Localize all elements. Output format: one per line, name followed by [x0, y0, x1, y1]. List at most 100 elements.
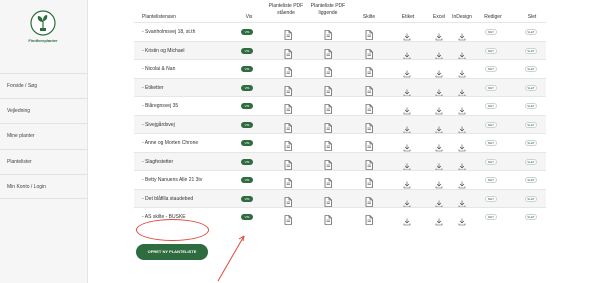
- slet-button[interactable]: SLET: [525, 66, 537, 72]
- vis-button[interactable]: VIS: [241, 66, 253, 72]
- pdf-landscape-icon[interactable]: [324, 64, 332, 77]
- rediger-button[interactable]: RET: [485, 47, 497, 54]
- excel-download-icon[interactable]: [435, 139, 443, 152]
- vis-button[interactable]: VIS: [241, 195, 253, 202]
- pdf-portrait-icon[interactable]: [284, 194, 292, 207]
- pdf-landscape-icon[interactable]: [324, 157, 332, 170]
- planteliste-name[interactable]: - Slagfestetter: [142, 153, 173, 172]
- excel-download-icon[interactable]: [435, 121, 443, 133]
- vis-button[interactable]: VIS: [241, 103, 253, 109]
- rediger-button[interactable]: RET: [485, 177, 497, 183]
- pdf-landscape-icon[interactable]: [324, 27, 332, 40]
- planteliste-name[interactable]: - Etiketter: [142, 79, 163, 98]
- etiket-download-icon[interactable]: [403, 84, 411, 96]
- indesign-download-icon[interactable]: [458, 176, 466, 189]
- planteliste-name[interactable]: - Nicolai & Nan: [142, 60, 175, 79]
- slet-button[interactable]: SLET: [525, 195, 537, 202]
- pdf-portrait-icon[interactable]: [284, 175, 292, 188]
- pdf-landscape-icon[interactable]: [324, 212, 332, 225]
- excel-download-icon[interactable]: [435, 102, 443, 115]
- excel-download-icon[interactable]: [435, 158, 443, 170]
- slet-button[interactable]: SLET: [525, 103, 537, 109]
- excel-download-icon[interactable]: [435, 84, 443, 96]
- excel-download-icon[interactable]: [435, 28, 443, 41]
- pdf-landscape-icon[interactable]: [324, 101, 332, 114]
- planteliste-name[interactable]: - Svanholmsvej 18, st.th: [142, 23, 195, 42]
- create-planteliste-button[interactable]: OPRET NY PLANTELISTE: [136, 244, 208, 260]
- indesign-download-icon[interactable]: [458, 102, 466, 115]
- sidebar-item-mine-planter[interactable]: Mine planter: [0, 123, 88, 148]
- indesign-download-icon[interactable]: [458, 47, 466, 59]
- vis-button[interactable]: VIS: [241, 177, 253, 183]
- etiket-download-icon[interactable]: [403, 195, 411, 207]
- rediger-button[interactable]: RET: [485, 121, 497, 128]
- planteliste-name[interactable]: - Blåregnsvej 35: [142, 97, 178, 116]
- logo[interactable]: Findforeplanter: [24, 10, 62, 62]
- planteliste-name[interactable]: - Anne og Morten Chrone: [142, 134, 198, 153]
- sidebar-item-forside[interactable]: Forside / Søg: [0, 73, 88, 98]
- pdf-portrait-icon[interactable]: [284, 157, 292, 170]
- skilte-icon[interactable]: [365, 46, 373, 59]
- pdf-portrait-icon[interactable]: [284, 64, 292, 77]
- vis-button[interactable]: VIS: [241, 158, 253, 165]
- indesign-download-icon[interactable]: [458, 139, 466, 152]
- slet-button[interactable]: SLET: [525, 140, 537, 146]
- vis-button[interactable]: VIS: [241, 47, 253, 54]
- etiket-download-icon[interactable]: [403, 121, 411, 133]
- pdf-landscape-icon[interactable]: [324, 46, 332, 59]
- indesign-download-icon[interactable]: [458, 158, 466, 170]
- etiket-download-icon[interactable]: [403, 65, 411, 78]
- rediger-button[interactable]: RET: [485, 103, 497, 109]
- excel-download-icon[interactable]: [435, 65, 443, 78]
- pdf-portrait-icon[interactable]: [284, 101, 292, 114]
- etiket-download-icon[interactable]: [403, 28, 411, 41]
- slet-button[interactable]: SLET: [525, 29, 537, 35]
- skilte-icon[interactable]: [365, 157, 373, 170]
- indesign-download-icon[interactable]: [458, 65, 466, 78]
- slet-button[interactable]: SLET: [525, 177, 537, 183]
- vis-button[interactable]: VIS: [241, 84, 253, 91]
- pdf-portrait-icon[interactable]: [284, 27, 292, 40]
- excel-download-icon[interactable]: [435, 195, 443, 207]
- slet-button[interactable]: SLET: [525, 47, 537, 54]
- sidebar-item-vejledning[interactable]: Vejledning: [0, 98, 88, 123]
- planteliste-name[interactable]: - Betty Nanuens Alle 21 3tv: [142, 171, 202, 190]
- pdf-portrait-icon[interactable]: [284, 138, 292, 151]
- pdf-landscape-icon[interactable]: [324, 138, 332, 151]
- vis-button[interactable]: VIS: [241, 121, 253, 128]
- excel-download-icon[interactable]: [435, 47, 443, 59]
- etiket-download-icon[interactable]: [403, 102, 411, 115]
- slet-button[interactable]: SLET: [525, 84, 537, 91]
- etiket-download-icon[interactable]: [403, 139, 411, 152]
- skilte-icon[interactable]: [365, 101, 373, 114]
- planteliste-name[interactable]: - Sivejgårdsvej: [142, 116, 175, 135]
- indesign-download-icon[interactable]: [458, 195, 466, 207]
- planteliste-name[interactable]: - Kristin og Michael: [142, 42, 185, 61]
- pdf-landscape-icon[interactable]: [324, 194, 332, 207]
- vis-button[interactable]: VIS: [241, 29, 253, 35]
- skilte-icon[interactable]: [365, 27, 373, 40]
- planteliste-name[interactable]: - Det blåfilla staudebed: [142, 190, 193, 209]
- slet-button[interactable]: SLET: [525, 121, 537, 128]
- skilte-icon[interactable]: [365, 120, 373, 133]
- pdf-landscape-icon[interactable]: [324, 175, 332, 188]
- indesign-download-icon[interactable]: [458, 28, 466, 41]
- skilte-icon[interactable]: [365, 194, 373, 207]
- etiket-download-icon[interactable]: [403, 47, 411, 59]
- skilte-icon[interactable]: [365, 175, 373, 188]
- pdf-portrait-icon[interactable]: [284, 212, 292, 225]
- sidebar-item-plantelister[interactable]: Plantelister: [0, 149, 88, 174]
- pdf-portrait-icon[interactable]: [284, 120, 292, 133]
- rediger-button[interactable]: RET: [485, 29, 497, 35]
- indesign-download-icon[interactable]: [458, 213, 466, 226]
- skilte-icon[interactable]: [365, 83, 373, 96]
- vis-button[interactable]: VIS: [241, 140, 253, 146]
- indesign-download-icon[interactable]: [458, 84, 466, 96]
- skilte-icon[interactable]: [365, 64, 373, 77]
- slet-button[interactable]: SLET: [525, 214, 537, 220]
- rediger-button[interactable]: RET: [485, 214, 497, 220]
- rediger-button[interactable]: RET: [485, 140, 497, 146]
- slet-button[interactable]: SLET: [525, 158, 537, 165]
- pdf-portrait-icon[interactable]: [284, 46, 292, 59]
- skilte-icon[interactable]: [365, 138, 373, 151]
